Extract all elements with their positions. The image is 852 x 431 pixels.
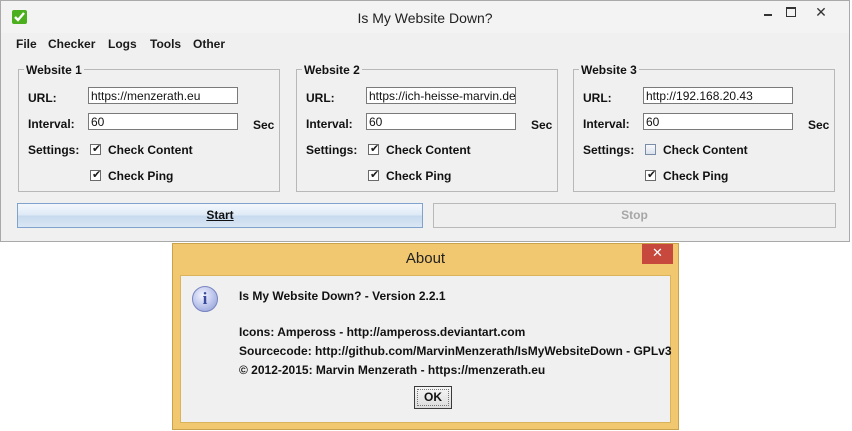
about-copyright: © 2012-2015: Marvin Menzerath - https://… (239, 363, 546, 377)
close-window-button[interactable]: ✕ (797, 1, 845, 23)
url-label: URL: (583, 91, 612, 105)
menu-bar: File Checker Logs Tools Other (1, 34, 849, 54)
stop-button[interactable]: Stop (433, 203, 836, 228)
panel-title: Website 2 (302, 63, 362, 77)
panel-title: Website 3 (579, 63, 639, 77)
interval-unit: Sec (253, 118, 275, 132)
about-title: About (405, 250, 446, 267)
about-body: i Is My Website Down? - Version 2.2.1 Ic… (180, 275, 672, 423)
info-icon: i (192, 286, 218, 312)
interval-label: Interval: (583, 117, 630, 131)
minimize-button[interactable] (755, 1, 781, 23)
check-content-label: Check Content (663, 143, 748, 157)
ok-button-label: OK (424, 390, 442, 404)
checkbox-box[interactable]: ✔ (645, 169, 657, 181)
checkbox-box[interactable]: ✔ (368, 143, 380, 155)
url-label: URL: (28, 91, 57, 105)
about-version: Is My Website Down? - Version 2.2.1 (239, 289, 446, 303)
about-dialog: About ✕ i Is My Website Down? - Version … (172, 243, 679, 430)
check-content-label: Check Content (386, 143, 471, 157)
check-mark-icon: ✔ (370, 143, 380, 155)
check-ping-label: Check Ping (663, 169, 729, 183)
interval-label: Interval: (306, 117, 353, 131)
stop-button-label: Stop (621, 208, 648, 222)
interval-unit: Sec (531, 118, 553, 132)
menu-logs[interactable]: Logs (108, 37, 137, 51)
check-mark-icon: ✔ (370, 169, 380, 181)
settings-label: Settings: (306, 143, 358, 157)
menu-other[interactable]: Other (193, 37, 225, 51)
interval-input[interactable]: 60 (643, 113, 793, 130)
interval-input[interactable]: 60 (88, 113, 238, 130)
interval-unit: Sec (808, 118, 830, 132)
check-mark-icon: ✔ (647, 169, 657, 181)
menu-file[interactable]: File (16, 37, 37, 51)
settings-label: Settings: (28, 143, 80, 157)
main-window: Is My Website Down? ✕ File Checker Logs … (0, 0, 850, 242)
menu-checker[interactable]: Checker (48, 37, 95, 51)
interval-label: Interval: (28, 117, 75, 131)
check-ping-label: Check Ping (386, 169, 452, 183)
window-title: Is My Website Down? (357, 10, 493, 26)
interval-input[interactable]: 60 (366, 113, 516, 130)
website-2-panel: Website 2 URL: https://ich-heisse-marvin… (296, 63, 558, 192)
about-close-button[interactable]: ✕ (642, 244, 673, 264)
url-input[interactable]: http://192.168.20.43 (643, 87, 793, 104)
panel-title: Website 1 (24, 63, 84, 77)
menu-tools[interactable]: Tools (150, 37, 181, 51)
url-input[interactable]: https://ich-heisse-marvin.de (366, 87, 516, 104)
checkbox-box[interactable] (645, 144, 656, 155)
checkbox-box[interactable]: ✔ (90, 169, 102, 181)
settings-label: Settings: (583, 143, 635, 157)
website-1-panel: Website 1 URL: https://menzerath.eu Inte… (18, 63, 280, 192)
check-mark-icon: ✔ (92, 143, 102, 155)
title-bar[interactable]: Is My Website Down? ✕ (1, 1, 849, 33)
check-ping-label: Check Ping (108, 169, 174, 183)
check-mark-icon: ✔ (92, 169, 102, 181)
url-input[interactable]: https://menzerath.eu (88, 87, 238, 104)
about-sourcecode: Sourcecode: http://github.com/MarvinMenz… (239, 344, 672, 358)
start-button-label: Start (206, 208, 234, 222)
website-3-panel: Website 3 URL: http://192.168.20.43 Inte… (573, 63, 835, 192)
about-icons-credit: Icons: Ampeross - http://ampeross.devian… (239, 325, 526, 339)
close-icon: ✕ (815, 4, 827, 20)
start-button[interactable]: Start (17, 203, 423, 228)
checkbox-box[interactable]: ✔ (368, 169, 380, 181)
url-label: URL: (306, 91, 335, 105)
ok-button[interactable]: OK (414, 386, 452, 409)
close-icon: ✕ (652, 245, 663, 260)
checkbox-box[interactable]: ✔ (90, 143, 102, 155)
check-content-label: Check Content (108, 143, 193, 157)
